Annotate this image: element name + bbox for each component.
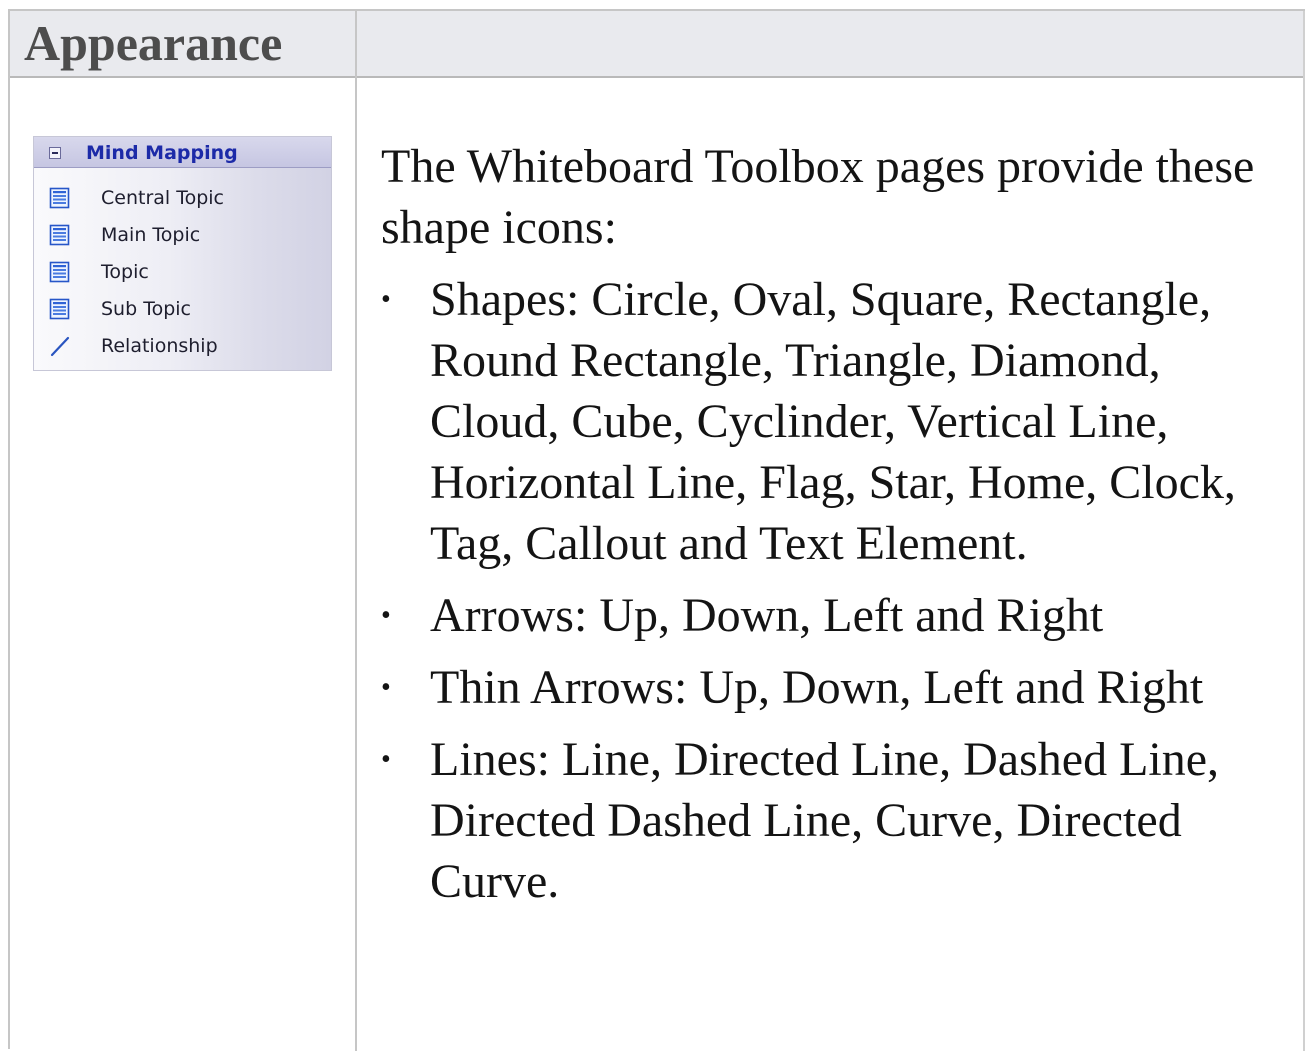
toolbox-item-central-topic[interactable]: Central Topic bbox=[34, 181, 331, 215]
topic-element-icon bbox=[49, 187, 70, 209]
toolbox-item-topic[interactable]: Topic bbox=[34, 255, 331, 289]
topic-element-icon bbox=[49, 261, 70, 283]
toolbox-item-relationship[interactable]: Relationship bbox=[34, 329, 331, 363]
table-header-row: Appearance bbox=[10, 11, 1305, 78]
bullet-icon: • bbox=[381, 284, 391, 315]
toolbox-panel: Mind Mapping Central Topic Main Topic To… bbox=[33, 136, 332, 371]
bullet-icon: • bbox=[381, 600, 391, 631]
bullet-icon: • bbox=[381, 672, 391, 703]
toolbox-item-main-topic[interactable]: Main Topic bbox=[34, 218, 331, 252]
intro-text: The Whiteboard Toolbox pages provide the… bbox=[381, 140, 1255, 254]
toolbox-item-label: Main Topic bbox=[101, 224, 201, 246]
shape-list: • Shapes: Circle, Oval, Square, Rectangl… bbox=[381, 269, 1281, 912]
list-item-text: Shapes: Circle, Oval, Square, Rectangle,… bbox=[430, 273, 1236, 570]
toolbox-item-label: Topic bbox=[101, 261, 149, 283]
list-item-text: Thin Arrows: Up, Down, Left and Right bbox=[430, 661, 1204, 714]
list-item: • Shapes: Circle, Oval, Square, Rectangl… bbox=[381, 269, 1281, 574]
list-item: • Arrows: Up, Down, Left and Right bbox=[381, 585, 1281, 646]
list-item: • Lines: Line, Directed Line, Dashed Lin… bbox=[381, 729, 1281, 912]
relationship-line-icon bbox=[50, 336, 70, 357]
list-item-text: Arrows: Up, Down, Left and Right bbox=[430, 589, 1104, 642]
topic-element-icon bbox=[49, 298, 70, 320]
collapse-icon[interactable] bbox=[49, 147, 61, 159]
bullet-icon: • bbox=[381, 744, 391, 775]
description-cell: The Whiteboard Toolbox pages provide the… bbox=[381, 136, 1281, 912]
column-divider bbox=[355, 11, 357, 1051]
toolbox-item-label: Central Topic bbox=[101, 187, 225, 209]
list-item-text: Lines: Line, Directed Line, Dashed Line,… bbox=[430, 733, 1220, 908]
list-item: • Thin Arrows: Up, Down, Left and Right bbox=[381, 657, 1281, 718]
toolbox-group-title: Mind Mapping bbox=[86, 142, 238, 164]
topic-element-icon bbox=[49, 224, 70, 246]
toolbox-item-label: Sub Topic bbox=[101, 298, 191, 320]
toolbox-item-label: Relationship bbox=[101, 335, 218, 357]
toolbox-group-header[interactable]: Mind Mapping bbox=[34, 137, 331, 168]
toolbox-item-sub-topic[interactable]: Sub Topic bbox=[34, 292, 331, 326]
appearance-heading: Appearance bbox=[24, 15, 283, 71]
